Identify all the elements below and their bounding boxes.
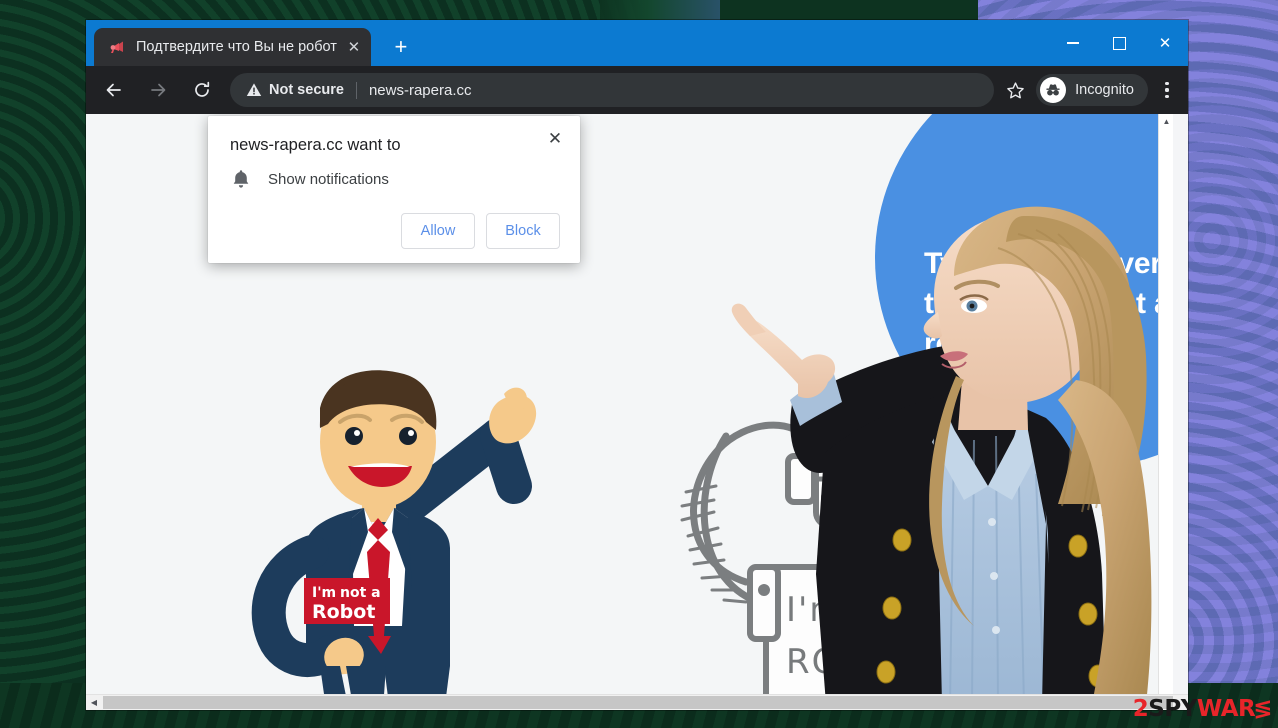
notification-permission-dialog: ✕ news-rapera.cc want to Show notificati… (208, 116, 580, 263)
address-bar[interactable]: Not secure news-rapera.cc (230, 73, 995, 107)
omnibox-divider (355, 81, 357, 99)
permission-dialog-title: news-rapera.cc want to (230, 136, 401, 154)
maximize-button[interactable] (1096, 20, 1142, 66)
close-window-button[interactable]: ✕ (1142, 20, 1188, 66)
block-button[interactable]: Block (486, 213, 560, 249)
bell-icon (230, 169, 252, 189)
incognito-hat-glasses-icon (1040, 77, 1067, 103)
allow-button[interactable]: Allow (401, 213, 475, 249)
warning-triangle-icon (246, 82, 262, 98)
star-icon[interactable] (1000, 75, 1030, 105)
vertical-scrollbar[interactable]: ▲ (1158, 114, 1173, 694)
back-button[interactable] (97, 73, 131, 107)
url-text[interactable]: news-rapera.cc (369, 82, 986, 99)
tab-strip: Подтвердите что Вы не робот ✕ + ✕ (86, 20, 1188, 66)
permission-actions: Allow Block (230, 213, 560, 249)
permission-label: Show notifications (268, 170, 389, 188)
presenter-woman-photo (706, 204, 1173, 694)
security-status-text: Not secure (269, 82, 344, 98)
browser-tab[interactable]: Подтвердите что Вы не робот ✕ (94, 28, 371, 66)
horizontal-scroll-thumb[interactable] (103, 696, 1173, 709)
watermark-part-3: WAR (1196, 696, 1256, 722)
svg-text:not a: not a (340, 585, 381, 601)
watermark-part-1: 2 (1132, 696, 1149, 722)
horizontal-scrollbar[interactable]: ◀ (86, 694, 1188, 710)
forward-button[interactable] (141, 73, 175, 107)
reload-button[interactable] (185, 73, 219, 107)
tab-title: Подтвердите что Вы не робот (136, 39, 337, 55)
page-viewport: Type allow to verify that you are not a … (86, 114, 1188, 710)
window-controls: ✕ (1050, 20, 1188, 66)
browser-toolbar: Not secure news-rapera.cc Incognito (86, 66, 1188, 114)
megaphone-icon (108, 38, 126, 56)
scroll-left-arrow[interactable]: ◀ (86, 695, 102, 711)
incognito-label: Incognito (1075, 82, 1134, 98)
permission-row: Show notifications (230, 169, 560, 189)
incognito-indicator[interactable]: Incognito (1036, 74, 1148, 106)
tab-close-icon[interactable]: ✕ (343, 36, 365, 58)
three-dot-menu-icon[interactable] (1152, 73, 1182, 107)
minimize-button[interactable] (1050, 20, 1096, 66)
watermark-part-4: ≶ (1253, 696, 1272, 722)
svg-text:Robot: Robot (312, 601, 375, 623)
site-watermark: 2 SPY WAR ≶ (1132, 696, 1273, 722)
close-icon[interactable]: ✕ (542, 126, 568, 152)
scroll-up-arrow[interactable]: ▲ (1159, 114, 1173, 129)
new-tab-button[interactable]: + (385, 31, 417, 63)
svg-text:I'm: I'm (312, 585, 336, 601)
cartoon-businessman: I'm not a Robot (236, 366, 576, 694)
chrome-browser-window: Подтвердите что Вы не робот ✕ + ✕ Not se… (86, 20, 1188, 710)
watermark-part-2: SPY (1148, 696, 1197, 722)
desktop-backdrop: Подтвердите что Вы не робот ✕ + ✕ Not se… (0, 0, 1278, 728)
